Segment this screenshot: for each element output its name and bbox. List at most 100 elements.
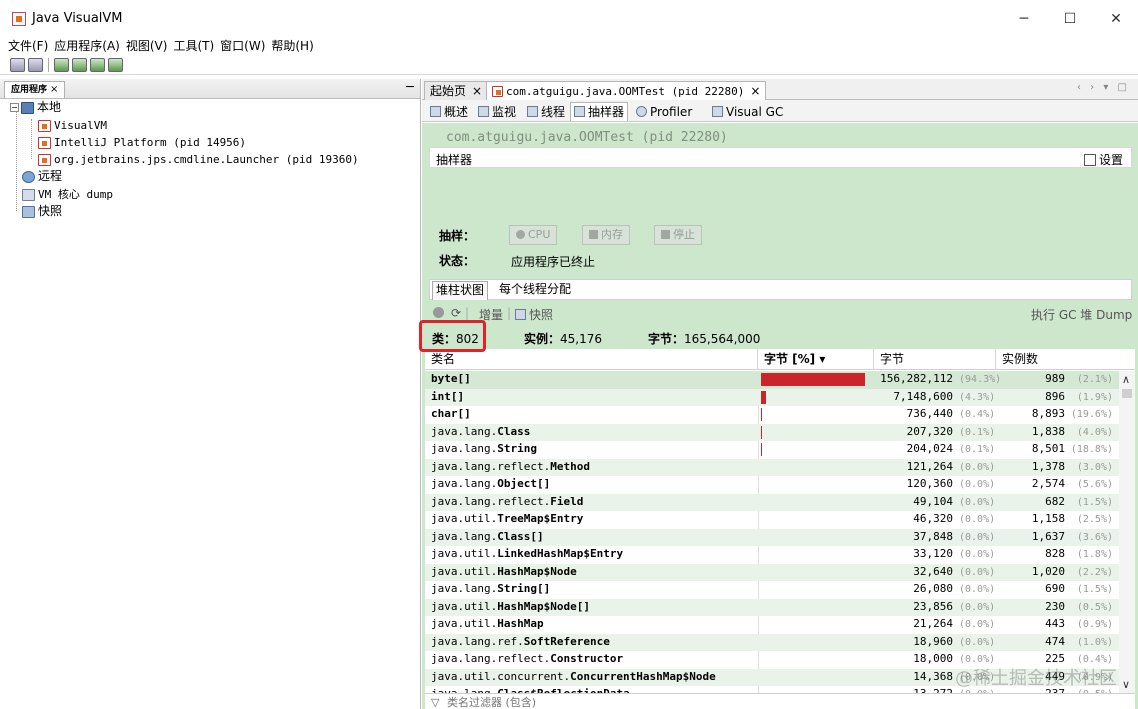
menu-help[interactable]: 帮助(H) — [271, 38, 313, 56]
tree-node-remote[interactable]: 远程 — [22, 168, 62, 185]
menu-window[interactable]: 窗口(W) — [220, 38, 265, 56]
tab-visual-gc[interactable]: Visual GC — [708, 102, 787, 121]
memory-sample-button[interactable]: 内存 — [582, 225, 630, 245]
class-simple-name: String[] — [497, 582, 551, 595]
bytes-value: 7,148,600 — [893, 389, 953, 403]
snapshot-label: 快照 — [529, 308, 554, 322]
bytes-percent-cell — [761, 513, 871, 526]
bytes-value: 14,368 — [913, 669, 953, 683]
tab-overview[interactable]: 概述 — [426, 102, 472, 121]
add-jmx-icon[interactable] — [28, 57, 43, 72]
tree-node-snapshot[interactable]: 快照 — [22, 203, 62, 220]
column-bytes[interactable]: 字节 — [874, 349, 996, 370]
heap-dump-icon[interactable] — [54, 57, 69, 72]
menu-applications[interactable]: 应用程序(A) — [54, 38, 120, 56]
menu-file[interactable]: 文件(F) — [8, 38, 48, 56]
computer-icon — [21, 101, 34, 114]
tab-navigation-icons[interactable]: ‹ › ▾ □ — [1077, 82, 1130, 93]
bytes-value: 736,440 — [906, 407, 953, 420]
close-button[interactable]: ✕ — [1096, 6, 1136, 32]
thread-dump-icon[interactable] — [72, 57, 87, 72]
table-row[interactable]: java.util.HashMap$Node 32,640 (0.0%) 1,020 (… — [425, 563, 1119, 581]
table-row[interactable]: java.lang.String 204,024 (0.1%) 8,501 (18.8%… — [425, 441, 1119, 459]
table-row[interactable]: byte[] 156,282,112 (94.3%) 989 (2.1%) — [425, 371, 1119, 389]
bytes-percent-text: (0.0%) — [959, 479, 996, 490]
class-name-cell: java.lang.String[] — [431, 582, 550, 595]
tree-node-visualvm[interactable]: VisualVM — [38, 117, 107, 134]
tab-applications[interactable]: 应用程序 × — [4, 81, 66, 98]
class-simple-name: Class — [497, 424, 531, 438]
status-label: 状态： — [439, 254, 476, 268]
minimize-button[interactable]: ─ — [1004, 6, 1044, 32]
snapshot-button[interactable]: 快照 — [515, 306, 553, 323]
table-row[interactable]: java.lang.reflect.Field 49,104 (0.0%) 682 (1… — [425, 493, 1119, 511]
close-icon[interactable]: × — [50, 84, 58, 95]
vertical-scrollbar[interactable]: ∧ ∨ — [1119, 371, 1135, 693]
tree-node-launcher[interactable]: org.jetbrains.jps.cmdline.Launcher (pid … — [38, 151, 359, 168]
class-name-cell: java.lang.reflect.Method — [431, 460, 590, 473]
table-row[interactable]: java.lang.ref.SoftReference 18,960 (0.0%) 4… — [425, 633, 1119, 651]
stop-button[interactable]: 停止 — [654, 225, 702, 245]
tab-profiler[interactable]: Profiler — [632, 102, 696, 121]
profiler-snapshot-icon[interactable] — [90, 57, 105, 72]
application-snapshot-icon[interactable] — [108, 57, 123, 72]
table-row[interactable]: java.lang.String[] 26,080 (0.0%) 690 (1.5%) — [425, 581, 1119, 599]
instances-cell: 8,893 (19.6%) — [1003, 407, 1113, 420]
tree-node-local[interactable]: − 本地 — [10, 99, 61, 116]
menu-view[interactable]: 视图(V) — [126, 38, 168, 56]
menu-tools[interactable]: 工具(T) — [173, 38, 214, 56]
class-simple-name: TreeMap$Entry — [497, 512, 584, 525]
close-icon[interactable]: × — [750, 84, 760, 98]
tree-node-vm-dump[interactable]: VM 核心 dump — [22, 186, 113, 203]
refresh-icon[interactable]: ⟳ — [451, 306, 461, 320]
tab-monitor[interactable]: 监视 — [474, 102, 520, 121]
bytes-percent-cell — [761, 461, 871, 474]
load-snapshot-icon[interactable] — [10, 57, 25, 72]
maximize-button[interactable]: ☐ — [1050, 6, 1090, 32]
scroll-thumb[interactable] — [1122, 389, 1132, 398]
close-icon[interactable]: × — [472, 84, 482, 98]
table-row[interactable]: java.lang.Class 207,320 (0.1%) 1,838 (4.0%) — [425, 423, 1119, 441]
tab-threads[interactable]: 线程 — [523, 102, 569, 121]
tree-guide — [31, 119, 32, 159]
instances-cell: 1,378 (3.0%) — [1003, 460, 1113, 473]
tab-process[interactable]: com.atguigu.java.OOMTest (pid 22280) × — [486, 81, 767, 100]
column-instances[interactable]: 实例数 — [996, 349, 1135, 370]
minimize-panel-icon[interactable]: ─ — [406, 80, 414, 95]
column-class-name[interactable]: 类名 — [425, 349, 758, 370]
instances-percent-text: (5.6%) — [1076, 479, 1113, 490]
scroll-down-icon[interactable]: ∨ — [1122, 678, 1130, 691]
bytes-cell: 33,120 (0.0%) — [877, 547, 1007, 560]
class-package: java.lang. — [431, 477, 498, 490]
gc-dump-buttons[interactable]: 执行 GC 堆 Dump — [1031, 306, 1132, 323]
instances-cell: 690 (1.5%) — [1003, 582, 1113, 595]
tab-sampler[interactable]: 抽样器 — [570, 102, 629, 121]
checkbox-icon[interactable] — [1083, 154, 1096, 166]
table-row[interactable]: java.util.LinkedHashMap$Entry 33,120 (0.0%… — [425, 546, 1119, 564]
cpu-sample-button[interactable]: CPU — [509, 225, 558, 245]
tab-start-page[interactable]: 起始页 × — [424, 81, 489, 100]
settings-checkbox[interactable]: 设置 — [1083, 151, 1123, 168]
cpu-label: CPU — [528, 228, 551, 241]
column-bytes-percent[interactable]: 字节 [%] ▾ — [758, 349, 874, 370]
table-row[interactable]: java.util.HashMap 21,264 (0.0%) 443 (0.9%) — [425, 616, 1119, 634]
bytes-value: 33,120 — [913, 547, 953, 560]
table-row[interactable]: java.util.HashMap$Node[] 23,856 (0.0%) 230 (… — [425, 598, 1119, 616]
table-row[interactable]: java.lang.Object[] 120,360 (0.0%) 2,574 (5.6… — [425, 476, 1119, 494]
table-row[interactable]: java.lang.reflect.Method 121,264 (0.0%) 1,3… — [425, 458, 1119, 476]
table-row[interactable]: java.util.TreeMap$Entry 46,320 (0.0%) 1,158… — [425, 511, 1119, 529]
instances-value: 443 — [1045, 617, 1065, 630]
table-row[interactable]: java.lang.Class[] 37,848 (0.0%) 1,637 (3.6%) — [425, 528, 1119, 546]
collapse-icon[interactable]: − — [10, 103, 19, 112]
bytes-cell: 204,024 (0.1%) — [877, 442, 1007, 455]
tree-node-intellij[interactable]: IntelliJ Platform (pid 14956) — [38, 134, 246, 151]
tab-heap-histogram[interactable]: 堆柱状图 — [432, 281, 489, 300]
class-simple-name: byte[] — [431, 372, 471, 385]
table-row[interactable]: int[] 7,148,600 (4.3%) 896 (1.9%) — [425, 388, 1119, 406]
tab-per-thread-allocation[interactable]: 每个线程分配 — [496, 281, 574, 300]
table-row[interactable]: char[] 736,440 (0.4%) 8,893 (19.6%) — [425, 406, 1119, 424]
class-simple-name: SoftReference — [523, 634, 610, 648]
class-filter-input[interactable] — [447, 694, 1127, 709]
pause-icon[interactable] — [433, 306, 444, 320]
scroll-up-icon[interactable]: ∧ — [1122, 373, 1130, 386]
